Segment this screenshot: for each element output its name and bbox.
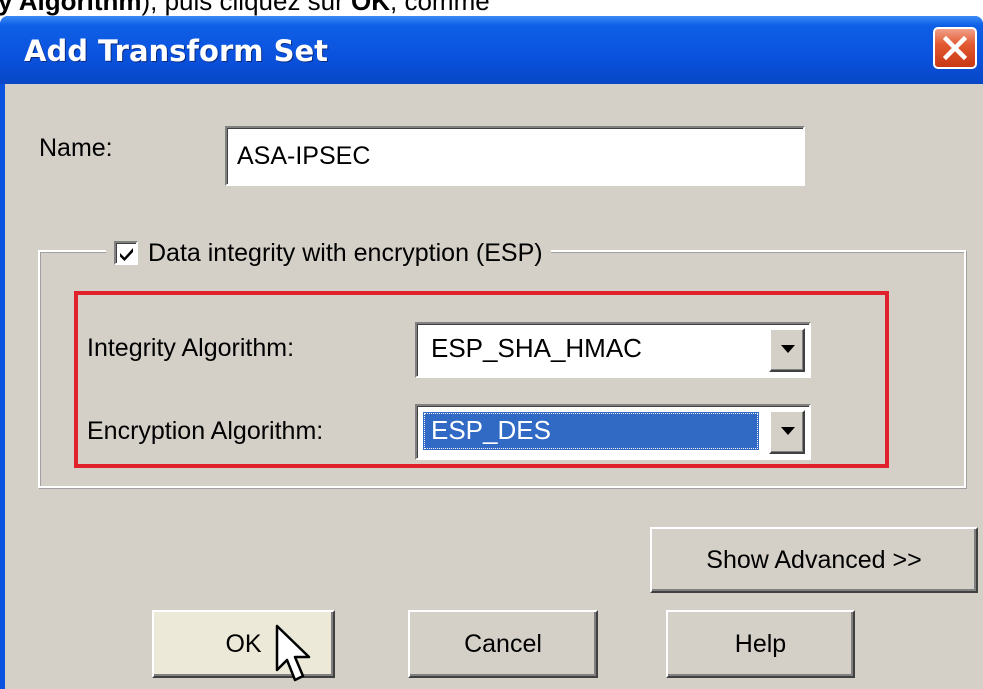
caption-text: ), puis cliquez sur: [141, 0, 352, 16]
caption-bold-ok: OK: [351, 0, 391, 16]
integrity-algorithm-label: Integrity Algorithm:: [87, 334, 295, 362]
caption-text-end: , comme: [390, 0, 490, 16]
title-bar[interactable]: Add Transform Set: [0, 16, 983, 84]
encryption-algorithm-select[interactable]: ESP_DES: [415, 404, 811, 460]
name-input[interactable]: [225, 126, 805, 186]
show-advanced-button[interactable]: Show Advanced >>: [650, 527, 978, 593]
encryption-algorithm-label: Encryption Algorithm:: [87, 417, 324, 445]
add-transform-set-dialog: Add Transform Set Name: Data integrity w…: [0, 16, 983, 689]
close-button[interactable]: [933, 27, 977, 69]
close-x-icon: [943, 36, 967, 60]
integrity-algorithm-value: ESP_SHA_HMAC: [431, 333, 642, 363]
page-caption: y Algorithm), puis cliquez sur OK, comme: [0, 0, 490, 16]
esp-checkbox-label: Data integrity with encryption (ESP): [148, 238, 543, 267]
dialog-title: Add Transform Set: [24, 34, 329, 68]
cancel-button[interactable]: Cancel: [408, 610, 598, 678]
dialog-body: Name: Data integrity with encryption (ES…: [5, 84, 983, 689]
chevron-down-icon: [781, 427, 795, 435]
integrity-algorithm-select[interactable]: ESP_SHA_HMAC: [415, 322, 811, 378]
caption-bold-algorithm: y Algorithm: [0, 0, 142, 16]
integrity-dropdown-button[interactable]: [769, 328, 805, 372]
chevron-down-icon: [781, 345, 795, 353]
esp-group-legend[interactable]: Data integrity with encryption (ESP): [106, 233, 551, 273]
checkmark-icon: [120, 248, 133, 261]
encryption-dropdown-button[interactable]: [769, 410, 805, 454]
encryption-algorithm-value: ESP_DES: [423, 412, 759, 450]
name-label: Name:: [39, 134, 113, 162]
esp-checkbox[interactable]: [114, 241, 138, 265]
mouse-pointer-icon: [275, 624, 311, 682]
help-button[interactable]: Help: [666, 610, 855, 678]
